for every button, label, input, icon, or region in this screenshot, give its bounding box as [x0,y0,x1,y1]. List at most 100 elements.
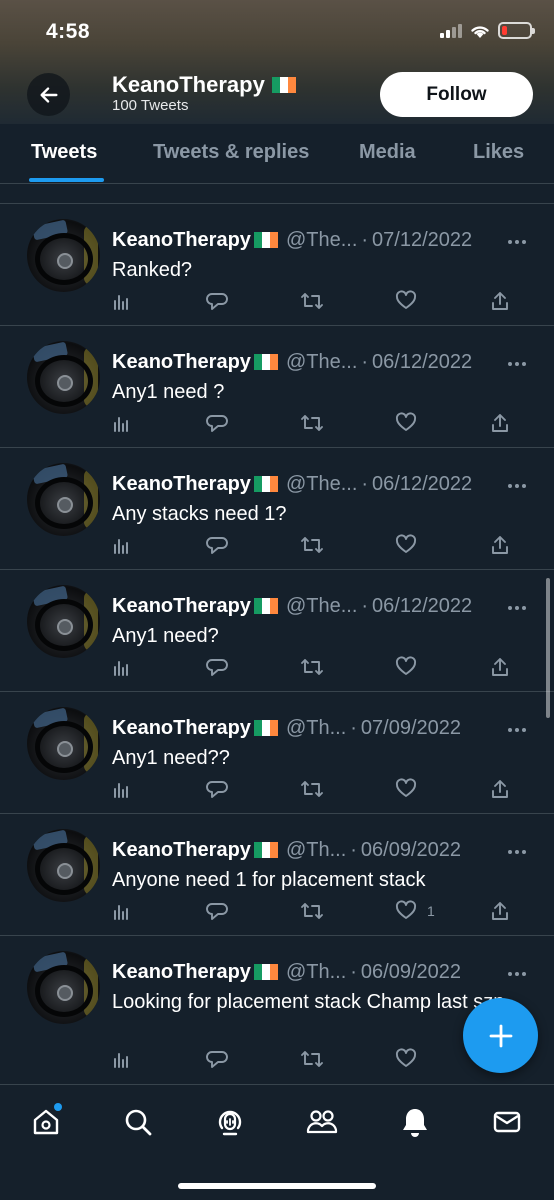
tweet[interactable]: KeanoTherapy @The... · 06/12/2022 Any1 need … [0,326,554,448]
share-icon[interactable] [490,534,510,556]
back-button[interactable] [27,73,70,116]
retweet-icon[interactable] [300,1048,324,1070]
share-icon[interactable] [490,290,510,312]
avatar[interactable] [27,585,100,658]
nav-messages[interactable] [490,1105,524,1139]
search-icon [125,1109,152,1136]
heart-icon [395,1047,417,1071]
share-icon[interactable] [490,900,510,922]
like-button[interactable] [395,777,427,800]
tweet-date[interactable]: 07/09/2022 [361,717,461,740]
tweet-author-name[interactable]: KeanoTherapy [112,473,251,496]
tweet-feed[interactable]: KeanoTherapy @The... · 07/12/2022 Ranked? Kea… [0,184,554,1084]
nav-notifications[interactable] [398,1105,432,1139]
compose-tweet-button[interactable] [463,998,538,1073]
retweet-icon[interactable] [300,900,324,922]
like-button[interactable] [395,533,427,557]
tweet[interactable]: KeanoTherapy @The... · 07/12/2022 Ranked? [0,204,554,326]
bell-icon [403,1109,427,1137]
tweet[interactable]: KeanoTherapy @Th... · 06/09/2022 Anyone need… [0,814,554,936]
like-button[interactable] [395,1047,427,1071]
views-icon[interactable] [112,290,132,312]
more-options-icon[interactable] [508,606,526,610]
like-button[interactable] [395,655,427,678]
tweet-handle[interactable]: @Th... [286,839,346,862]
tweet[interactable]: KeanoTherapy @Th... · 06/09/2022 Looking for… [0,936,554,1084]
tab-media[interactable]: Media [359,141,416,164]
tab-tweets-replies[interactable]: Tweets & replies [153,141,309,164]
more-options-icon[interactable] [508,972,526,976]
tweet-separator: · [350,838,357,861]
reply-icon[interactable] [206,900,228,922]
views-icon[interactable] [112,778,132,800]
nav-search[interactable] [121,1105,155,1139]
retweet-icon[interactable] [300,412,324,434]
share-icon[interactable] [490,656,510,678]
avatar[interactable] [27,829,100,902]
share-icon[interactable] [490,778,510,800]
reply-icon[interactable] [206,534,228,556]
views-icon[interactable] [112,900,132,922]
tweet-handle[interactable]: @The... [286,473,357,496]
views-icon[interactable] [112,1048,132,1070]
reply-icon[interactable] [206,412,228,434]
more-options-icon[interactable] [508,728,526,732]
tweet[interactable]: KeanoTherapy @The... · 06/12/2022 Any stacks… [0,448,554,570]
like-button[interactable]: 1 [395,899,435,922]
avatar[interactable] [27,951,100,1024]
retweet-icon[interactable] [300,778,324,800]
views-icon[interactable] [112,412,132,434]
avatar[interactable] [27,219,100,292]
tweet-author-name[interactable]: KeanoTherapy [112,351,251,374]
follow-button[interactable]: Follow [380,72,533,117]
tweet[interactable]: KeanoTherapy @Th... · 07/09/2022 Any1 need?? [0,692,554,814]
avatar[interactable] [27,707,100,780]
scrollbar[interactable] [546,578,550,718]
reply-icon[interactable] [206,778,228,800]
tab-likes[interactable]: Likes [473,141,524,164]
views-icon[interactable] [112,656,132,678]
tab-tweets[interactable]: Tweets [31,141,97,164]
like-button[interactable] [395,289,427,312]
tweet-author-name[interactable]: KeanoTherapy [112,717,251,740]
avatar[interactable] [27,341,100,414]
tweet[interactable]: KeanoTherapy @The... · 06/12/2022 Any1 need? [0,570,554,692]
tweet-author-name[interactable]: KeanoTherapy [112,229,251,252]
avatar[interactable] [27,463,100,536]
more-options-icon[interactable] [508,240,526,244]
tweet-handle[interactable]: @The... [286,351,357,374]
like-button[interactable] [395,411,427,434]
nav-spaces[interactable] [213,1105,247,1139]
retweet-icon[interactable] [300,656,324,678]
more-options-icon[interactable] [508,362,526,366]
reply-icon[interactable] [206,1048,228,1070]
tweet-handle[interactable]: @Th... [286,717,346,740]
tweet-handle[interactable]: @The... [286,595,357,618]
tweet-author-name[interactable]: KeanoTherapy [112,839,251,862]
tweet-date[interactable]: 06/12/2022 [372,595,472,618]
tweet-date[interactable]: 07/12/2022 [372,229,472,252]
more-options-icon[interactable] [508,850,526,854]
share-icon[interactable] [490,412,510,434]
tweet-header: KeanoTherapy @The... · 06/12/2022 [112,349,514,375]
partial-tweet [0,184,554,204]
tweet-text: Any1 need ? [112,381,225,403]
tweet-author-name[interactable]: KeanoTherapy [112,595,251,618]
tweet-date[interactable]: 06/09/2022 [361,839,461,862]
tweet-date[interactable]: 06/12/2022 [372,351,472,374]
tweet-date[interactable]: 06/12/2022 [372,473,472,496]
views-icon[interactable] [112,534,132,556]
reply-icon[interactable] [206,656,228,678]
tweet-separator: · [361,228,369,251]
tweet-date[interactable]: 06/09/2022 [361,961,461,984]
tweet-actions [112,777,512,800]
retweet-icon[interactable] [300,534,324,556]
tweet-handle[interactable]: @The... [286,229,357,252]
tweet-handle[interactable]: @Th... [286,961,346,984]
nav-communities[interactable] [305,1105,339,1139]
heart-icon [395,533,417,557]
retweet-icon[interactable] [300,290,324,312]
reply-icon[interactable] [206,290,228,312]
tweet-author-name[interactable]: KeanoTherapy [112,961,251,984]
more-options-icon[interactable] [508,484,526,488]
